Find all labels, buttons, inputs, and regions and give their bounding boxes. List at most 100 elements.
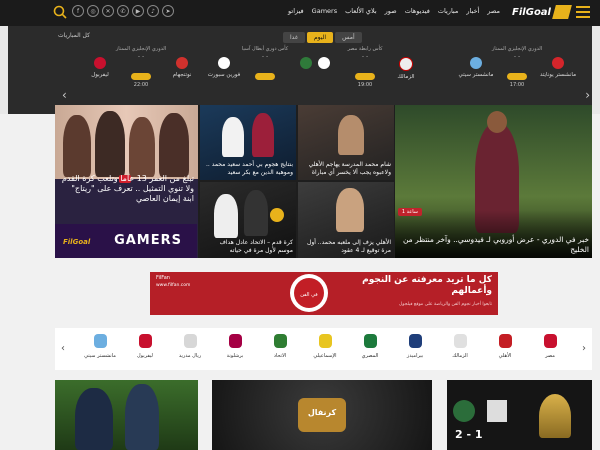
game-card[interactable]: كرنفال bbox=[212, 380, 432, 450]
team-shortcut[interactable]: ليفربول bbox=[125, 332, 165, 359]
home-team: نوتنجهام bbox=[158, 57, 206, 78]
team-name: بيراميدز bbox=[406, 353, 424, 359]
team-shortcut[interactable]: المصري bbox=[350, 332, 390, 359]
youtube-icon[interactable]: ▶ bbox=[132, 5, 144, 17]
team-shortcut[interactable]: الزمالك bbox=[440, 332, 480, 359]
match-card[interactable]: الدوري الإنجليزي الممتاز نوتنجهام ليفربو… bbox=[76, 45, 206, 111]
news-card[interactable]: بنتايج هجوم بي أحمد سعيد محمد .. وموهبة … bbox=[200, 105, 296, 180]
team-name: مانشستر يونايتد bbox=[539, 72, 577, 78]
hero-news-grid: 1 ساعة خبر في الدوري - عرض أوروبي لـ فيد… bbox=[55, 105, 592, 258]
tab-tomorrow[interactable]: غدا bbox=[283, 32, 305, 43]
all-matches-link[interactable]: كل المباريات bbox=[58, 32, 90, 39]
status-pill bbox=[507, 73, 527, 80]
team-shortcut[interactable]: برشلونة bbox=[215, 332, 255, 359]
chevron-right-icon[interactable]: › bbox=[585, 88, 590, 102]
nav-link[interactable]: فيزاتو bbox=[288, 7, 304, 15]
nav-link[interactable]: مباريات bbox=[438, 7, 458, 15]
news-caption: الأهلي يزف إلى ملعبه محمد.. أول مرة توقي… bbox=[306, 239, 391, 254]
nav-link[interactable]: أخبار bbox=[466, 7, 479, 15]
player-photo bbox=[336, 188, 364, 232]
match-competition: الدوري الإنجليزي الممتاز bbox=[491, 46, 543, 52]
logo-text: FilGoal bbox=[512, 6, 551, 18]
person-photo bbox=[63, 115, 91, 177]
gamers-promo-card[interactable]: تبلغ من العمر 13 عاما وتلعب كرة القدم ول… bbox=[55, 105, 198, 258]
team-crest-icon bbox=[318, 334, 332, 348]
chevron-left-icon[interactable]: ‹ bbox=[62, 88, 67, 102]
team-crest-icon bbox=[300, 57, 312, 69]
x-icon[interactable]: ✕ bbox=[102, 5, 114, 17]
strip-right-margin bbox=[592, 26, 600, 114]
team-crest-icon bbox=[487, 400, 507, 422]
tiktok-icon[interactable]: ♪ bbox=[147, 5, 159, 17]
instagram-icon[interactable]: ◎ bbox=[87, 5, 99, 17]
home-team bbox=[282, 57, 330, 72]
match-card[interactable]: كأس دوري أبطال آسيا فورين سبورت - - bbox=[200, 45, 330, 111]
news-card[interactable]: كرة قدم – الاتحاد عادل هداف موسم لأول مر… bbox=[200, 182, 296, 258]
team-name: برشلونة bbox=[226, 353, 244, 359]
nav-link[interactable]: فيديوهات bbox=[405, 7, 430, 15]
match-competition: كأس دوري أبطال آسيا bbox=[241, 46, 289, 52]
score-card[interactable]: 2 - 1 bbox=[447, 380, 592, 450]
facebook-icon[interactable]: f bbox=[72, 5, 84, 17]
tab-yesterday[interactable]: أمس bbox=[335, 32, 362, 43]
news-card[interactable] bbox=[55, 380, 198, 450]
news-card[interactable]: الأهلي يزف إلى ملعبه محمد.. أول مرة توقي… bbox=[298, 182, 394, 258]
person-photo bbox=[125, 384, 159, 450]
match-day-tabs: غدا اليوم أمس bbox=[283, 32, 362, 43]
gamers-caption: تبلغ من العمر 13 عاما وتلعب كرة القدم ول… bbox=[61, 174, 194, 203]
nav-link[interactable]: صور bbox=[385, 7, 397, 15]
match-status bbox=[248, 73, 282, 82]
chevron-right-icon[interactable]: › bbox=[582, 343, 586, 354]
score-dash: - - bbox=[137, 53, 145, 60]
whatsapp-icon[interactable]: ✆ bbox=[117, 5, 129, 17]
team-crest-icon bbox=[543, 334, 557, 348]
team-name: فورين سبورت bbox=[207, 72, 241, 78]
gamers-logo: FilGoal bbox=[63, 238, 91, 246]
team-shortcut[interactable]: بيراميدز bbox=[395, 332, 435, 359]
person-photo bbox=[95, 111, 125, 177]
tab-today[interactable]: اليوم bbox=[306, 32, 334, 43]
strip-left-margin bbox=[0, 26, 8, 114]
match-card[interactable]: الدوري الإنجليزي الممتاز مانشستر يونايتد… bbox=[452, 45, 582, 111]
team-crest-icon bbox=[552, 57, 564, 69]
player-photo bbox=[252, 113, 274, 157]
nav-link[interactable]: Gamers bbox=[312, 7, 337, 15]
hamburger-menu-icon[interactable] bbox=[576, 6, 590, 18]
filgoal-logo[interactable]: FilGoal bbox=[512, 5, 572, 19]
team-shortcut[interactable]: مصر bbox=[530, 332, 570, 359]
team-name: مانشستر سيتي bbox=[84, 353, 116, 359]
team-shortcut[interactable]: الإسماعيلي bbox=[305, 332, 345, 359]
news-card[interactable]: شام محمد المدرسة يهاجم الأهلي ولاعبوه يج… bbox=[298, 105, 394, 180]
match-status: 17:00 bbox=[500, 73, 534, 88]
player-photo bbox=[244, 190, 268, 236]
person-photo bbox=[129, 117, 155, 177]
play-icon[interactable] bbox=[270, 208, 284, 222]
team-name: الأهلي bbox=[498, 353, 512, 359]
gamers-title: GAMERS bbox=[114, 233, 182, 248]
home-team: مانشستر يونايتد bbox=[534, 57, 582, 78]
team-shortcut[interactable]: مانشستر سيتي bbox=[80, 332, 120, 359]
team-crest-icon bbox=[94, 57, 106, 69]
team-name: الزمالك bbox=[397, 74, 415, 80]
main-story-card[interactable]: 1 ساعة خبر في الدوري - عرض أوروبي لـ فيد… bbox=[395, 105, 592, 258]
telegram-icon[interactable]: ➤ bbox=[162, 5, 174, 17]
team-shortcut[interactable]: الاتحاد bbox=[260, 332, 300, 359]
team-crest-icon bbox=[399, 57, 413, 71]
nav-link[interactable]: بلاي الألعاب bbox=[345, 7, 377, 15]
team-crest-icon bbox=[273, 334, 287, 348]
team-shortcut[interactable]: الأهلي bbox=[485, 332, 525, 359]
match-time: 22:00 bbox=[133, 82, 149, 88]
ad-badge-text: في الفن bbox=[300, 292, 318, 298]
team-name: مصر bbox=[545, 353, 555, 359]
match-time: 17:00 bbox=[509, 82, 525, 88]
filfan-ad-banner[interactable]: كل ما تريد معرفته عن النجوم وأعمالهم تاب… bbox=[150, 272, 498, 315]
team-crest-icon bbox=[183, 334, 197, 348]
team-shortcut[interactable]: ريال مدريد bbox=[170, 332, 210, 359]
gamers-photo bbox=[55, 105, 198, 179]
match-status: 22:00 bbox=[124, 73, 158, 88]
team-name: الزمالك bbox=[452, 353, 468, 359]
nav-link[interactable]: مصر bbox=[487, 7, 500, 15]
search-icon[interactable] bbox=[53, 5, 67, 19]
chevron-left-icon[interactable]: ‹ bbox=[61, 343, 65, 354]
ad-badge: في الفن bbox=[290, 274, 328, 312]
